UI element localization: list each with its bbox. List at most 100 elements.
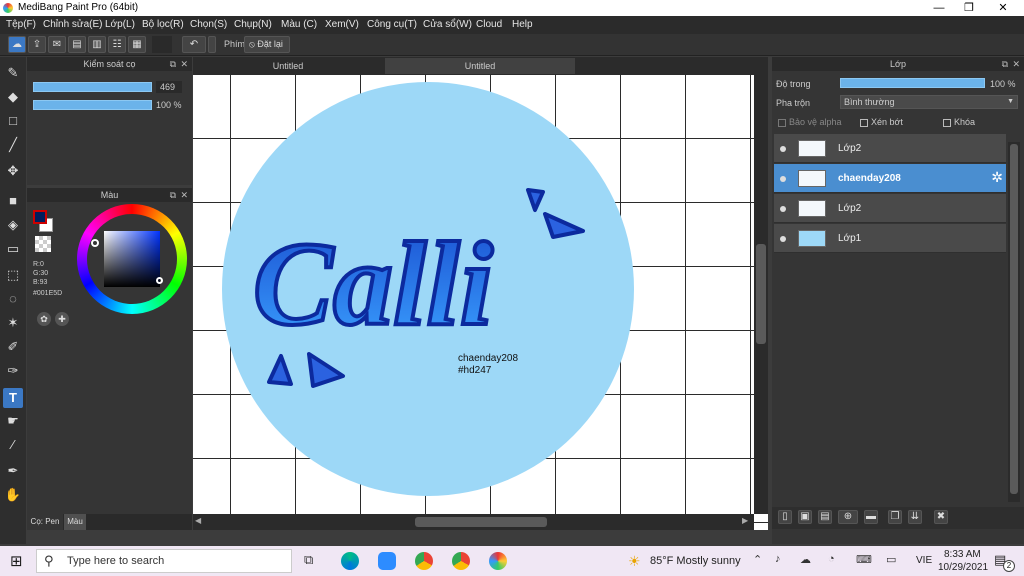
horizontal-scrollbar[interactable]: ◀ ▶ <box>193 514 754 530</box>
palette-add-icon[interactable]: ✚ <box>55 312 69 326</box>
undo-icon[interactable]: ↶ <box>182 36 206 53</box>
zoom-icon[interactable] <box>378 552 396 570</box>
menu-color[interactable]: Màu (C) <box>281 19 317 30</box>
taskbar-search-box[interactable]: ⚲ Type here to search <box>36 549 292 573</box>
popout-icon[interactable]: ⧉ <box>170 188 176 202</box>
brush-size-slider[interactable] <box>33 82 152 92</box>
blend-mode-select[interactable]: Bình thường ▼ <box>840 95 1018 109</box>
pen-tool-icon[interactable]: ╱ <box>3 135 23 155</box>
eraser-tool-icon[interactable]: ◆ <box>3 87 23 107</box>
layer-row[interactable]: Lớp2 <box>774 134 1006 163</box>
layer-row[interactable]: Lớp2 <box>774 194 1006 223</box>
hue-cursor[interactable] <box>91 239 99 247</box>
menu-edit[interactable]: Chỉnh sửa(E) <box>43 19 103 30</box>
new-halftone-layer-icon[interactable]: ▣ <box>798 510 812 524</box>
layer-row-selected[interactable]: chaenday208 ✲ <box>774 164 1006 193</box>
popout-icon[interactable]: ⧉ <box>1002 57 1008 71</box>
gear-icon[interactable]: ✲ <box>991 169 1003 186</box>
menu-tools[interactable]: Công cụ(T) <box>367 19 417 30</box>
visibility-icon[interactable] <box>780 176 786 182</box>
edge-icon[interactable] <box>341 552 359 570</box>
vertical-scrollbar[interactable] <box>754 74 768 514</box>
windows-start-icon[interactable]: ⊞ <box>10 552 23 570</box>
menu-file[interactable]: Tệp(F) <box>6 19 36 30</box>
page-icon[interactable]: ▥ <box>88 36 106 53</box>
select-tool-icon[interactable]: ⬚ <box>3 265 23 285</box>
merge-down-icon[interactable]: ⇊ <box>908 510 922 524</box>
layer-opacity-slider[interactable] <box>840 78 985 88</box>
visibility-icon[interactable] <box>780 236 786 242</box>
display-icon[interactable]: ▭ <box>886 553 896 566</box>
transparent-swatch[interactable] <box>35 236 51 252</box>
bucket-tool-icon[interactable]: ◈ <box>3 215 23 235</box>
layer-scrollbar[interactable] <box>1008 142 1020 502</box>
menu-view[interactable]: Xem(V) <box>325 19 359 30</box>
chrome-icon-2[interactable] <box>452 552 470 570</box>
menu-cloud[interactable]: Cloud <box>476 19 502 30</box>
folder-icon[interactable]: ▬ <box>864 510 878 524</box>
artwork-canvas[interactable]: Calli chaenday208 #hd247 <box>193 74 768 530</box>
close-button[interactable]: ✕ <box>988 0 1018 16</box>
palette-icon[interactable]: ✿ <box>37 312 51 326</box>
close-icon[interactable]: ✕ <box>180 57 188 71</box>
chevron-up-icon[interactable]: ⌃ <box>753 553 762 566</box>
select-eraser-icon[interactable]: ✑ <box>3 361 23 381</box>
minimize-button[interactable]: — <box>924 0 954 16</box>
operation-tool-icon[interactable]: ☛ <box>3 411 23 431</box>
menu-help[interactable]: Help <box>512 19 533 30</box>
layer-row[interactable]: Lớp1 <box>774 224 1006 253</box>
horizontal-scroll-thumb[interactable] <box>415 517 547 527</box>
keyboard-icon[interactable]: ⌨ <box>856 553 872 566</box>
close-icon[interactable]: ✕ <box>1012 57 1020 71</box>
scroll-left-icon[interactable]: ◀ <box>195 516 201 525</box>
add-layer-menu-icon[interactable]: ⊕ <box>838 510 858 524</box>
list-icon[interactable]: ☷ <box>108 36 126 53</box>
brush-opacity-slider[interactable] <box>33 100 152 110</box>
sv-cursor[interactable] <box>156 277 163 284</box>
brush-tool-icon[interactable]: ✎ <box>3 63 23 83</box>
menu-capture[interactable]: Chụp(N) <box>234 19 272 30</box>
dropper-tool-icon[interactable]: ⁄ <box>3 435 23 455</box>
grid-icon[interactable]: ▦ <box>128 36 146 53</box>
gradient-tool-icon[interactable]: ▭ <box>3 239 23 259</box>
chat-icon[interactable]: ✉ <box>48 36 66 53</box>
move-tool-icon[interactable]: ✥ <box>3 161 23 181</box>
text-tool-icon[interactable]: T <box>3 388 23 408</box>
visibility-icon[interactable] <box>780 206 786 212</box>
layer-scroll-thumb[interactable] <box>1010 144 1018 494</box>
onedrive-icon[interactable]: ☁ <box>800 553 811 566</box>
task-view-icon[interactable]: ⧉ <box>304 552 313 568</box>
lock-checkbox[interactable]: Khóa <box>943 117 975 127</box>
clip-checkbox[interactable]: Xén bớt <box>860 117 903 127</box>
primary-color-swatch[interactable] <box>33 210 47 224</box>
tab-untitled-1[interactable]: Untitled <box>193 58 383 74</box>
tab-untitled-2[interactable]: Untitled <box>385 58 575 74</box>
menu-select[interactable]: Chọn(S) <box>190 19 227 30</box>
visibility-icon[interactable] <box>780 146 786 152</box>
clock-date[interactable]: 10/29/2021 <box>938 562 988 573</box>
comment-icon[interactable]: ▤ <box>68 36 86 53</box>
cloud-icon[interactable]: ☁ <box>8 36 26 53</box>
new-layer-icon[interactable]: ▯ <box>778 510 792 524</box>
volume-icon[interactable]: ♪ <box>775 553 781 565</box>
weather-text[interactable]: 85°F Mostly sunny <box>650 555 741 567</box>
share-icon[interactable]: ⇪ <box>28 36 46 53</box>
eyedropper-icon[interactable]: ✒ <box>3 461 23 481</box>
magic-wand-icon[interactable]: ✶ <box>3 313 23 333</box>
menu-layer[interactable]: Lớp(L) <box>105 19 135 30</box>
select-pen-icon[interactable]: ✐ <box>3 337 23 357</box>
chrome-icon[interactable] <box>415 552 433 570</box>
canvas-area[interactable]: Calli chaenday208 #hd247 <box>193 74 768 530</box>
menu-window[interactable]: Cửa sổ(W) <box>423 19 472 30</box>
clock-time[interactable]: 8:33 AM <box>944 549 981 560</box>
reset-button[interactable]: ⦸ Đặt lại <box>244 36 290 53</box>
saturation-square[interactable] <box>104 231 160 287</box>
language-indicator[interactable]: VIE <box>916 555 932 566</box>
scroll-right-icon[interactable]: ▶ <box>742 516 748 525</box>
tab-color[interactable]: Màu <box>64 514 86 530</box>
hue-wheel[interactable] <box>77 204 187 314</box>
protect-alpha-checkbox[interactable]: Bảo vệ alpha <box>778 117 842 127</box>
lasso-tool-icon[interactable]: ◌ <box>3 289 23 309</box>
menu-filter[interactable]: Bộ lọc(R) <box>142 19 184 30</box>
maximize-button[interactable]: ❐ <box>954 0 984 16</box>
